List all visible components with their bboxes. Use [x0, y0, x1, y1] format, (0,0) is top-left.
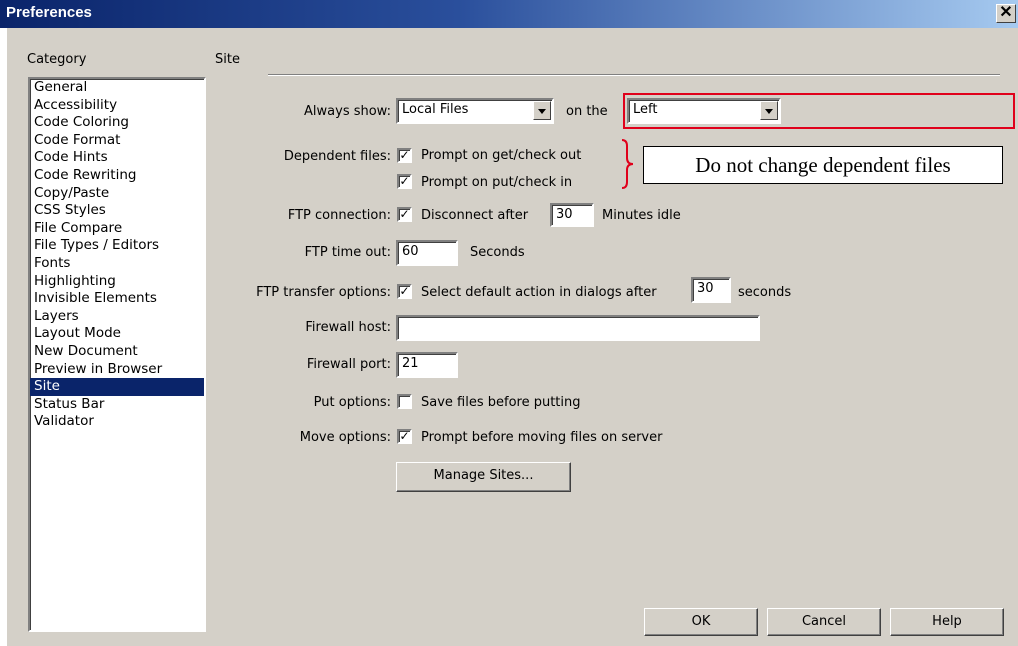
- category-item[interactable]: Code Format: [30, 132, 204, 150]
- check-icon: ✓: [399, 429, 410, 443]
- category-item[interactable]: Code Hints: [30, 149, 204, 167]
- category-item[interactable]: General: [30, 79, 204, 97]
- firewall-host-input[interactable]: [396, 315, 760, 341]
- prompt-move-label: Prompt before moving files on server: [421, 430, 663, 445]
- seconds-lower-label: seconds: [738, 285, 792, 300]
- always-show-value: Local Files: [402, 102, 469, 117]
- disconnect-checkbox[interactable]: ✓: [397, 207, 412, 222]
- save-before-checkbox[interactable]: [397, 394, 412, 409]
- check-icon: ✓: [399, 284, 410, 298]
- check-icon: ✓: [399, 207, 410, 221]
- help-button[interactable]: Help: [890, 608, 1004, 636]
- put-options-label: Put options:: [313, 395, 391, 410]
- firewall-port-label: Firewall port:: [306, 357, 391, 372]
- check-icon: ✓: [399, 174, 410, 188]
- category-item[interactable]: Highlighting: [30, 273, 204, 291]
- category-item[interactable]: Invisible Elements: [30, 290, 204, 308]
- highlight-box: [623, 93, 1015, 129]
- category-item[interactable]: Layers: [30, 308, 204, 326]
- always-show-dropdown[interactable]: Local Files: [396, 98, 554, 124]
- category-item[interactable]: Status Bar: [30, 396, 204, 414]
- category-item[interactable]: Fonts: [30, 255, 204, 273]
- select-default-label: Select default action in dialogs after: [421, 285, 657, 300]
- disconnect-label: Disconnect after: [421, 208, 529, 223]
- category-item[interactable]: Code Rewriting: [30, 167, 204, 185]
- ok-button[interactable]: OK: [644, 608, 758, 636]
- category-list[interactable]: General Accessibility Code Coloring Code Fo…: [28, 77, 206, 632]
- close-button[interactable]: ✕: [996, 4, 1016, 23]
- seconds-label: Seconds: [470, 245, 525, 260]
- minutes-idle-label: Minutes idle: [602, 208, 681, 223]
- section-divider: [268, 74, 1000, 76]
- close-icon: ✕: [999, 4, 1013, 21]
- on-the-label: on the: [566, 104, 608, 119]
- window-title: Preferences: [6, 4, 92, 21]
- category-item[interactable]: Validator: [30, 413, 204, 431]
- category-item[interactable]: Preview in Browser: [30, 361, 204, 379]
- save-before-label: Save files before putting: [421, 395, 581, 410]
- check-icon: ✓: [399, 148, 410, 162]
- prompt-put-label: Prompt on put/check in: [421, 175, 573, 190]
- site-section-header: Site: [215, 52, 240, 67]
- ftp-timeout-label: FTP time out:: [304, 245, 391, 260]
- category-item[interactable]: New Document: [30, 343, 204, 361]
- disconnect-minutes-input[interactable]: 30: [550, 203, 594, 227]
- category-item[interactable]: Accessibility: [30, 97, 204, 115]
- prompt-move-checkbox[interactable]: ✓: [397, 429, 412, 444]
- select-default-seconds-input[interactable]: 30: [691, 277, 731, 303]
- category-item[interactable]: File Compare: [30, 220, 204, 238]
- category-item[interactable]: Copy/Paste: [30, 185, 204, 203]
- cancel-button[interactable]: Cancel: [767, 608, 881, 636]
- prompt-get-checkbox[interactable]: ✓: [397, 148, 412, 163]
- category-item[interactable]: File Types / Editors: [30, 237, 204, 255]
- always-show-label: Always show:: [304, 104, 391, 119]
- category-item[interactable]: Layout Mode: [30, 325, 204, 343]
- title-bar: Preferences ✕: [0, 0, 1018, 28]
- category-item[interactable]: Code Coloring: [30, 114, 204, 132]
- prompt-get-label: Prompt on get/check out: [421, 148, 582, 163]
- manage-sites-button[interactable]: Manage Sites...: [396, 462, 571, 492]
- annotation-callout: Do not change dependent files: [643, 146, 1003, 184]
- ftp-connection-label: FTP connection:: [287, 208, 391, 223]
- category-header: Category: [27, 52, 87, 67]
- move-options-label: Move options:: [299, 430, 391, 445]
- prompt-put-checkbox[interactable]: ✓: [397, 174, 412, 189]
- category-item[interactable]: Site: [30, 378, 204, 396]
- firewall-port-input[interactable]: 21: [396, 352, 458, 378]
- dependent-files-label: Dependent files:: [283, 149, 391, 164]
- category-item[interactable]: CSS Styles: [30, 202, 204, 220]
- ftp-timeout-input[interactable]: 60: [396, 240, 458, 266]
- brace-icon: [621, 139, 634, 189]
- ftp-transfer-label: FTP transfer options:: [256, 285, 391, 300]
- select-default-checkbox[interactable]: ✓: [397, 284, 412, 299]
- firewall-host-label: Firewall host:: [305, 320, 391, 335]
- chevron-down-icon[interactable]: [533, 101, 551, 120]
